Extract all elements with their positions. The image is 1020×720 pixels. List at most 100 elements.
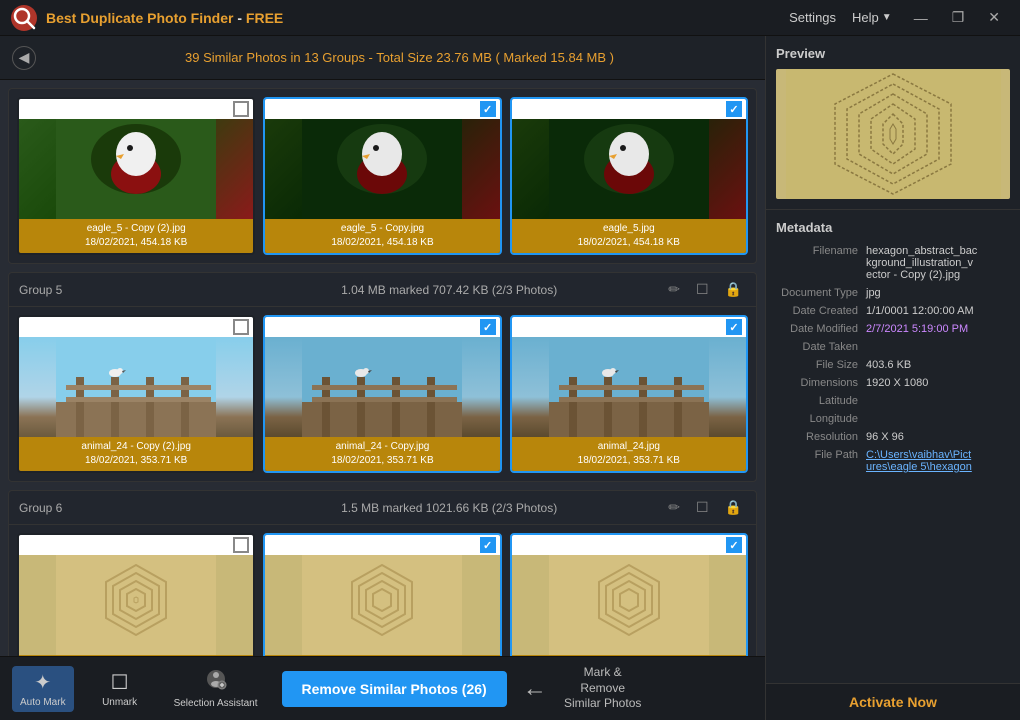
close-button[interactable]: ✕	[978, 5, 1010, 30]
photo-card[interactable]	[510, 533, 748, 656]
settings-button[interactable]: Settings	[781, 6, 844, 29]
preview-section: Preview	[766, 36, 1020, 210]
photos-row: eagle_5 - Copy (2).jpg 18/02/2021, 454.1…	[9, 89, 756, 263]
meta-val-datecreated: 1/1/0001 12:00:00 AM	[866, 305, 1010, 317]
metadata-section: Metadata Filename hexagon_abstract_backg…	[766, 210, 1020, 683]
group-actions: ✏ ☐ 🔒	[664, 497, 746, 518]
photo-checkbox[interactable]	[726, 537, 742, 553]
right-panel: Preview Metadata Filename hexagon_	[765, 36, 1020, 720]
remove-similar-photos-button[interactable]: Remove Similar Photos (26)	[282, 671, 507, 707]
group-edit-button[interactable]: ✏	[664, 497, 684, 518]
group-container-5: Group 5 1.04 MB marked 707.42 KB (2/3 Ph…	[8, 272, 757, 482]
photo-info: 18/02/2021, 454.18 KB	[517, 236, 741, 250]
group-container-4: eagle_5 - Copy (2).jpg 18/02/2021, 454.1…	[8, 88, 757, 264]
help-button[interactable]: Help ▼	[844, 6, 900, 29]
bottom-toolbar: ✦ Auto Mark ☐ Unmark S	[0, 656, 765, 720]
auto-mark-item[interactable]: ✦ Auto Mark	[12, 666, 74, 712]
meta-row-doctype: Document Type jpg	[776, 287, 1010, 299]
hex-image	[265, 555, 499, 655]
meta-key: Filename	[776, 245, 866, 281]
app-title: Best Duplicate Photo Finder - FREE	[46, 10, 781, 26]
meta-key: Document Type	[776, 287, 866, 299]
photo-card[interactable]: eagle_5 - Copy.jpg 18/02/2021, 454.18 KB	[263, 97, 501, 255]
photo-card-top	[512, 99, 746, 119]
photo-checkbox[interactable]	[233, 101, 249, 117]
meta-val-filepath[interactable]: C:\Users\vaibhav\Pictures\eagle 5\hexago…	[866, 449, 1010, 473]
bird-image	[512, 337, 746, 437]
photo-card[interactable]: animal_24.jpg 18/02/2021, 353.71 KB	[510, 315, 748, 473]
scroll-content[interactable]: eagle_5 - Copy (2).jpg 18/02/2021, 454.1…	[0, 80, 765, 656]
photo-card[interactable]: eagle_5 - Copy (2).jpg 18/02/2021, 454.1…	[17, 97, 255, 255]
photo-checkbox[interactable]	[480, 537, 496, 553]
photo-card[interactable]: animal_24 - Copy (2).jpg 18/02/2021, 353…	[17, 315, 255, 473]
meta-val-filesize: 403.6 KB	[866, 359, 1010, 371]
selection-assistant-label: Selection Assistant	[174, 698, 258, 709]
meta-row-datetaken: Date Taken	[776, 341, 1010, 353]
photo-card-top	[19, 317, 253, 337]
photo-card-top	[265, 535, 499, 555]
activate-now-button[interactable]: Activate Now	[849, 694, 937, 710]
photo-checkbox[interactable]	[233, 537, 249, 553]
meta-val-filename: hexagon_abstract_background_illustration…	[866, 245, 1010, 281]
photo-footer	[265, 655, 499, 656]
back-button[interactable]: ◀	[12, 46, 36, 70]
group-edit-button[interactable]: ✏	[664, 279, 684, 300]
auto-mark-label: Auto Mark	[20, 697, 66, 708]
photo-name: animal_24 - Copy.jpg	[270, 440, 494, 454]
preview-hex-svg	[786, 69, 1001, 199]
bird-image	[19, 337, 253, 437]
photo-card-top	[512, 535, 746, 555]
chevron-down-icon: ▼	[882, 12, 892, 23]
group-lock-button[interactable]: 🔒	[721, 279, 746, 300]
photo-footer: eagle_5 - Copy (2).jpg 18/02/2021, 454.1…	[19, 219, 253, 253]
photo-footer: eagle_5.jpg 18/02/2021, 454.18 KB	[512, 219, 746, 253]
meta-val-datemodified: 2/7/2021 5:19:00 PM	[866, 323, 1010, 335]
eagle-image	[512, 119, 746, 219]
unmark-item[interactable]: ☐ Unmark	[90, 666, 150, 712]
meta-key: Date Taken	[776, 341, 866, 353]
photo-info: 18/02/2021, 454.18 KB	[24, 236, 248, 250]
photo-footer: animal_24 - Copy.jpg 18/02/2021, 353.71 …	[265, 437, 499, 471]
photo-card[interactable]	[17, 533, 255, 656]
photo-card-top	[19, 535, 253, 555]
restore-button[interactable]: ❐	[942, 5, 975, 30]
app-logo-icon	[10, 4, 38, 32]
minimize-button[interactable]: —	[904, 6, 938, 30]
group-size: 1.5 MB marked 1021.66 KB (2/3 Photos)	[234, 501, 664, 515]
photo-card[interactable]: animal_24 - Copy.jpg 18/02/2021, 353.71 …	[263, 315, 501, 473]
group-lock-button[interactable]: 🔒	[721, 497, 746, 518]
photo-info: 18/02/2021, 454.18 KB	[270, 236, 494, 250]
meta-val-datetaken	[866, 341, 1010, 353]
photo-card[interactable]: eagle_5.jpg 18/02/2021, 454.18 KB	[510, 97, 748, 255]
meta-key: Resolution	[776, 431, 866, 443]
photo-footer: animal_24.jpg 18/02/2021, 353.71 KB	[512, 437, 746, 471]
eagle-image	[265, 119, 499, 219]
meta-row-filename: Filename hexagon_abstract_background_ill…	[776, 245, 1010, 281]
titlebar: Best Duplicate Photo Finder - FREE Setti…	[0, 0, 1020, 36]
main-layout: ◀ 39 Similar Photos in 13 Groups - Total…	[0, 36, 1020, 720]
photo-card[interactable]	[263, 533, 501, 656]
hex-image	[19, 555, 253, 655]
photo-name: animal_24 - Copy (2).jpg	[24, 440, 248, 454]
photo-checkbox[interactable]	[480, 319, 496, 335]
photo-checkbox[interactable]	[233, 319, 249, 335]
meta-row-latitude: Latitude	[776, 395, 1010, 407]
photo-name: eagle_5.jpg	[517, 222, 741, 236]
photo-checkbox[interactable]	[726, 101, 742, 117]
group-actions: ✏ ☐ 🔒	[664, 279, 746, 300]
photo-checkbox[interactable]	[480, 101, 496, 117]
meta-row-resolution: Resolution 96 X 96	[776, 431, 1010, 443]
photo-name: animal_24.jpg	[517, 440, 741, 454]
activate-bar: Activate Now	[766, 683, 1020, 720]
meta-key: Date Modified	[776, 323, 866, 335]
photo-info: 18/02/2021, 353.71 KB	[270, 454, 494, 468]
photo-checkbox[interactable]	[726, 319, 742, 335]
group-checkbox-button[interactable]: ☐	[692, 279, 713, 300]
meta-key: Dimensions	[776, 377, 866, 389]
photo-card-top	[19, 99, 253, 119]
group-checkbox-button[interactable]: ☐	[692, 497, 713, 518]
photo-footer: animal_24 - Copy (2).jpg 18/02/2021, 353…	[19, 437, 253, 471]
group-header: Group 6 1.5 MB marked 1021.66 KB (2/3 Ph…	[9, 491, 756, 525]
selection-assistant-item[interactable]: Selection Assistant	[166, 664, 266, 713]
meta-row-datecreated: Date Created 1/1/0001 12:00:00 AM	[776, 305, 1010, 317]
